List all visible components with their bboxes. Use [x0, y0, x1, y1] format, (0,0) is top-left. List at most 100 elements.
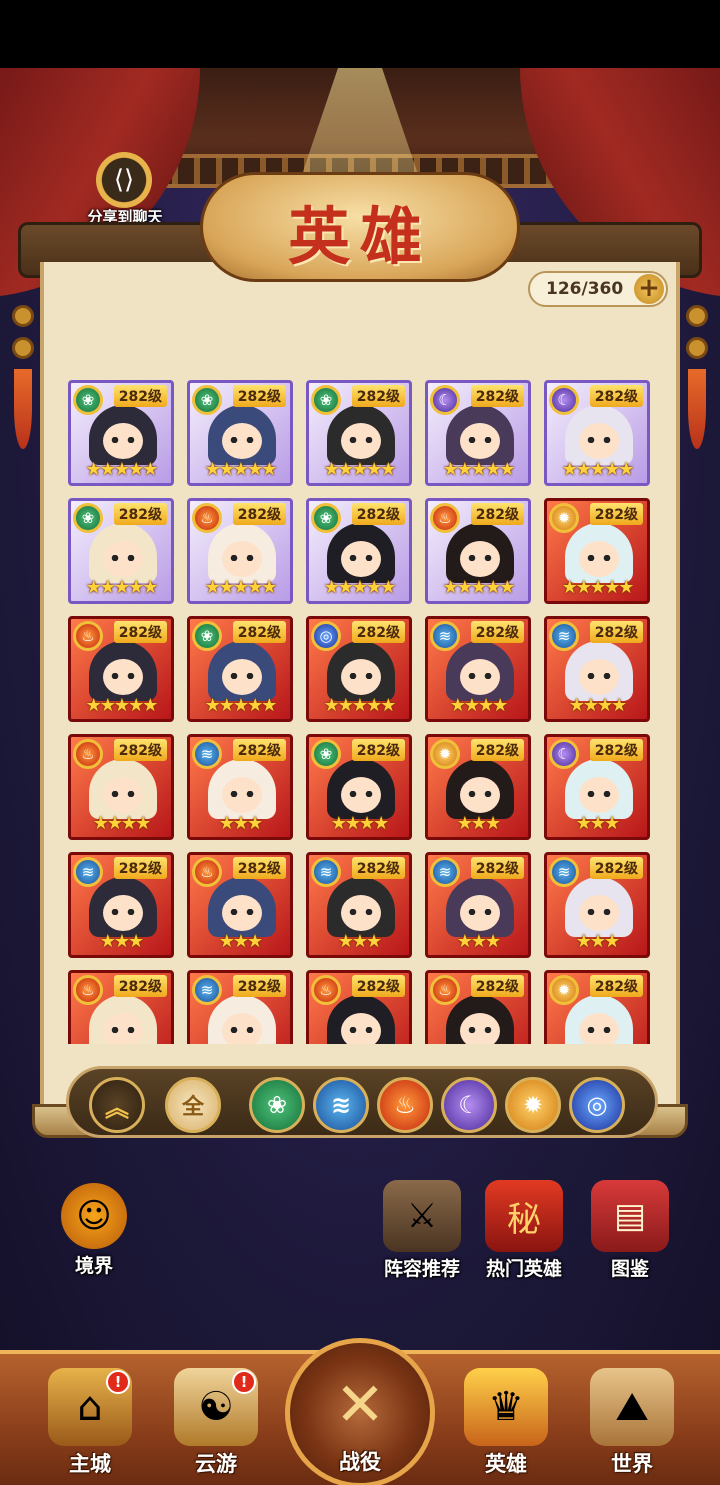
hero-eyes — [111, 437, 135, 443]
wood-element-icon: ❀ — [311, 503, 341, 533]
hero-eyes — [349, 555, 373, 561]
hero-level: 282级 — [470, 621, 524, 643]
hero-level: 282级 — [232, 503, 286, 525]
nav-hero[interactable]: ♛ 英雄 — [446, 1362, 566, 1480]
codex-button[interactable]: ▤ 图鉴 — [580, 1180, 680, 1281]
tassel-left — [12, 305, 34, 485]
hero-portrait — [327, 405, 395, 465]
hero-eyes — [111, 555, 135, 561]
hero-stars: ★★★★ — [568, 695, 628, 716]
sun-element-icon: ✹ — [549, 503, 579, 533]
hero-card[interactable]: ≋ 282级 — [187, 970, 293, 1044]
hero-card[interactable]: ♨ 282级 ★★★★★ — [187, 498, 293, 604]
hero-portrait — [565, 995, 633, 1044]
hero-card[interactable]: ✹ 282级 ★★★ — [425, 734, 531, 840]
hero-level: 282级 — [351, 857, 405, 879]
add-capacity-button[interactable]: + — [634, 274, 664, 304]
hero-card[interactable]: ♨ 282级 ★★★★ — [68, 734, 174, 840]
hero-stars: ★★★★★ — [85, 459, 159, 480]
collapse-filter-button[interactable]: ︽ — [89, 1077, 145, 1133]
hero-card[interactable]: ≋ 282级 ★★★ — [306, 852, 412, 958]
nav-travel[interactable]: ☯ 云游! — [156, 1362, 276, 1480]
fire-element-icon: ♨ — [430, 503, 460, 533]
hero-card[interactable]: ☾ 282级 ★★★★★ — [425, 380, 531, 486]
hero-portrait — [89, 523, 157, 583]
hero-card[interactable]: ♨ 282级 — [68, 970, 174, 1044]
hero-level: 282级 — [589, 503, 643, 525]
hero-eyes — [230, 437, 254, 443]
filter-water-button[interactable]: ≋ — [313, 1077, 369, 1133]
realm-button[interactable]: ☺ 境界 — [44, 1183, 144, 1278]
nav-label: 云游 — [195, 1452, 237, 1476]
coin-icon — [12, 337, 34, 359]
hero-card[interactable]: ❀ 282级 ★★★★★ — [187, 616, 293, 722]
nav-battle[interactable]: ✕ 战役 — [300, 1360, 420, 1478]
nav-world[interactable]: ⛰ 世界 — [572, 1362, 692, 1480]
water-element-icon: ≋ — [311, 857, 341, 887]
share-button[interactable]: ⟨⟩ — [96, 152, 152, 208]
hero-eyes — [230, 1027, 254, 1033]
hero-stars: ★★★★★ — [561, 577, 635, 598]
hero-level: 282级 — [113, 621, 167, 643]
water-element-icon: ≋ — [549, 857, 579, 887]
filter-wood-button[interactable]: ❀ — [249, 1077, 305, 1133]
hero-stars: ★★★★★ — [85, 577, 159, 598]
water-element-icon: ≋ — [192, 975, 222, 1005]
filter-moon-button[interactable]: ☾ — [441, 1077, 497, 1133]
hero-card[interactable]: ✹ 282级 ★★★★★ — [544, 498, 650, 604]
filter-vortex-button[interactable]: ◎ — [569, 1077, 625, 1133]
hero-card[interactable]: ≋ 282级 ★★★ — [425, 852, 531, 958]
hero-level: 282级 — [232, 857, 286, 879]
nav-label: 主城 — [69, 1452, 111, 1476]
status-bar — [0, 0, 720, 68]
world-icon: ⛰ — [590, 1368, 674, 1446]
hero-card[interactable]: ≋ 282级 ★★★ — [187, 734, 293, 840]
hero-level: 282级 — [232, 621, 286, 643]
hero-stars: ★★★★★ — [323, 459, 397, 480]
hero-card[interactable]: ☾ 282级 ★★★★★ — [544, 380, 650, 486]
hero-level: 282级 — [589, 857, 643, 879]
hero-portrait — [446, 877, 514, 937]
hero-eyes — [349, 437, 373, 443]
hero-card[interactable]: ≋ 282级 ★★★ — [68, 852, 174, 958]
filter-sun-button[interactable]: ✹ — [505, 1077, 561, 1133]
hero-eyes — [587, 673, 611, 679]
filter-all-button[interactable]: 全 — [165, 1077, 221, 1133]
hero-eyes — [587, 909, 611, 915]
hero-card[interactable]: ≋ 282级 ★★★ — [544, 852, 650, 958]
hero-card[interactable]: ♨ 282级 ★★★★★ — [68, 616, 174, 722]
hero-eyes — [349, 791, 373, 797]
lineup-recommend-button[interactable]: ⚔ 阵容推荐 — [372, 1180, 472, 1281]
hero-level: 282级 — [470, 503, 524, 525]
filter-fire-button[interactable]: ♨ — [377, 1077, 433, 1133]
hero-eyes — [111, 791, 135, 797]
hero-eyes — [468, 791, 492, 797]
hero-level: 282级 — [351, 503, 405, 525]
hero-card[interactable]: ❀ 282级 ★★★★★ — [306, 498, 412, 604]
hero-eyes — [587, 555, 611, 561]
hero-portrait — [565, 523, 633, 583]
hero-stars: ★★★ — [337, 931, 382, 952]
hero-card[interactable]: ≋ 282级 ★★★★ — [425, 616, 531, 722]
hero-card[interactable]: ♨ 282级 — [306, 970, 412, 1044]
fire-element-icon: ♨ — [73, 739, 103, 769]
hero-card[interactable]: ❀ 282级 ★★★★★ — [306, 380, 412, 486]
hero-card[interactable]: ✹ 282级 — [544, 970, 650, 1044]
hero-stars: ★★★ — [99, 931, 144, 952]
hero-level: 282级 — [351, 975, 405, 997]
hero-card[interactable]: ≋ 282级 ★★★★ — [544, 616, 650, 722]
hero-card[interactable]: ♨ 282级 ★★★ — [187, 852, 293, 958]
hot-heroes-button[interactable]: 秘 热门英雄 — [474, 1180, 574, 1281]
hero-portrait — [208, 523, 276, 583]
hero-card[interactable]: ❀ 282级 ★★★★★ — [187, 380, 293, 486]
hero-card[interactable]: ❀ 282级 ★★★★★ — [68, 380, 174, 486]
hero-card[interactable]: ❀ 282级 ★★★★★ — [68, 498, 174, 604]
wood-element-icon: ❀ — [192, 621, 222, 651]
hero-card[interactable]: ◎ 282级 ★★★★★ — [306, 616, 412, 722]
hero-card[interactable]: ♨ 282级 ★★★★★ — [425, 498, 531, 604]
hero-card[interactable]: ♨ 282级 — [425, 970, 531, 1044]
hero-card[interactable]: ❀ 282级 ★★★★ — [306, 734, 412, 840]
hero-card[interactable]: ☾ 282级 ★★★ — [544, 734, 650, 840]
moon-element-icon: ☾ — [549, 385, 579, 415]
nav-city[interactable]: ⌂ 主城! — [30, 1362, 150, 1480]
